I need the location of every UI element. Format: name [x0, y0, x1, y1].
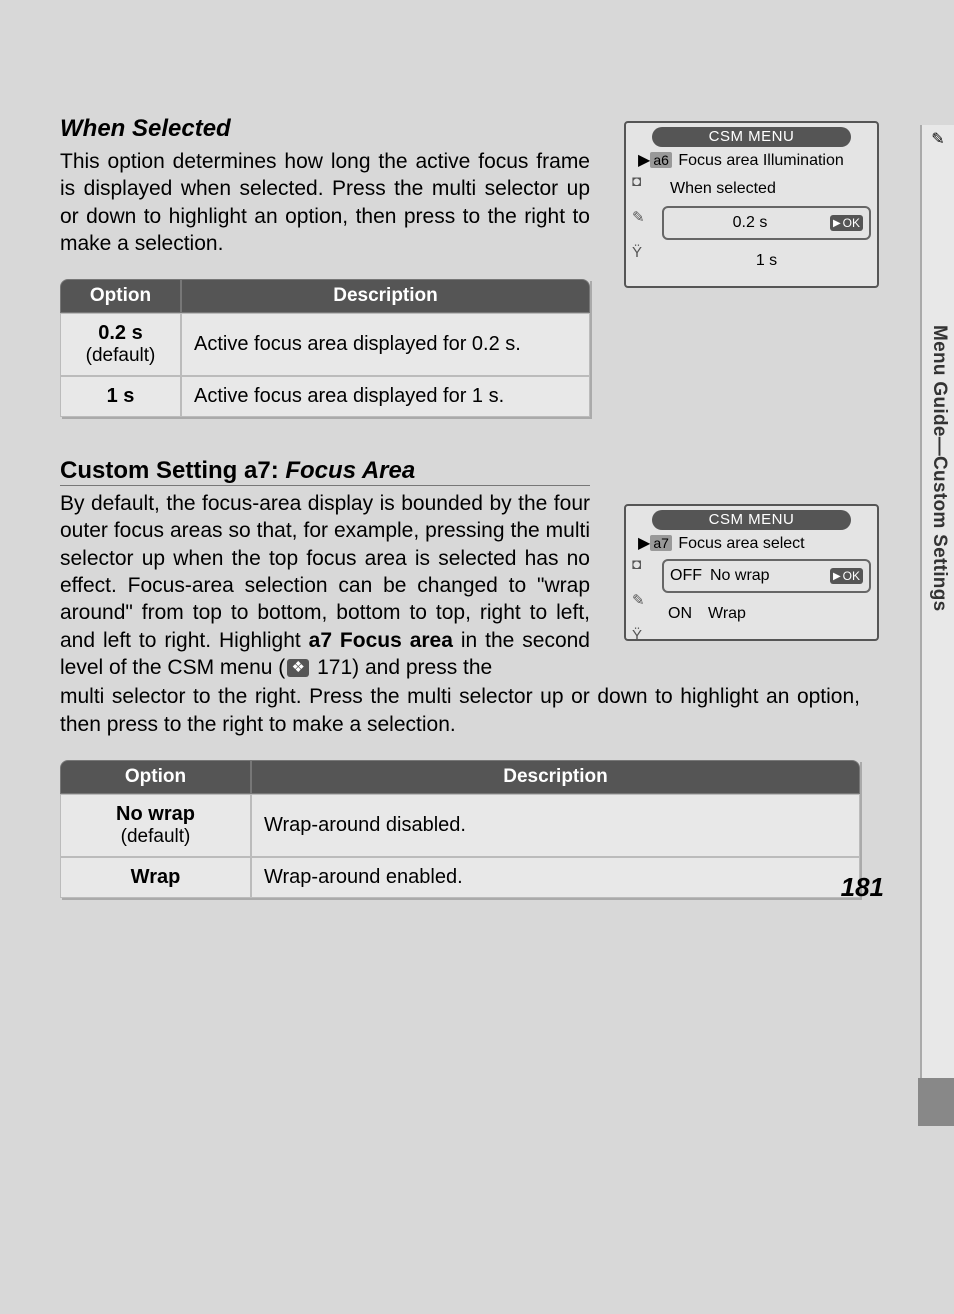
opt-default: (default)	[73, 826, 238, 848]
lcd-side-icons: ◘ ✎ Ÿ	[632, 556, 645, 644]
opt-value: 1 s	[107, 385, 135, 407]
lcd-title: CSM MENU	[652, 127, 851, 147]
ok-badge: OK	[830, 215, 863, 231]
table-row: Wrap Wrap-around enabled.	[60, 857, 860, 898]
th-option: Option	[60, 760, 251, 794]
section1-heading: When Selected	[60, 115, 590, 143]
opt-value: Wrap	[131, 866, 181, 888]
section1-table: Option Description 0.2 s (default) Activ…	[60, 279, 590, 417]
opt-desc: Active focus area displayed for 0.2 s.	[181, 313, 590, 376]
side-tab-label: Menu Guide—Custom Settings	[928, 325, 950, 611]
pencil-icon: ✎	[928, 129, 948, 149]
lcd-option-row[interactable]: OFF No wrap OK	[662, 559, 871, 593]
play-icon: ▶	[638, 152, 650, 169]
opt-desc: Wrap-around enabled.	[251, 857, 860, 898]
table-row: 1 s Active focus area displayed for 1 s.	[60, 376, 590, 417]
section1-body: This option determines how long the acti…	[60, 148, 590, 257]
opt-value: No wrap	[116, 803, 195, 825]
section2-table: Option Description No wrap (default) Wra…	[60, 760, 860, 898]
opt-desc: Active focus area displayed for 1 s.	[181, 376, 590, 417]
wrench-icon: Ÿ	[632, 627, 645, 644]
camera-icon: ◘	[632, 556, 645, 573]
pencil-icon: ✎	[632, 591, 645, 609]
lcd-side-icons: ◘ ✎ Ÿ	[632, 173, 645, 261]
camera-icon: ◘	[632, 173, 645, 190]
page-ref-icon: ❖	[287, 659, 309, 677]
lcd-label-row: When selected	[662, 176, 871, 200]
opt-desc: Wrap-around disabled.	[251, 794, 860, 857]
lcd-screenshot-a6: CSM MENU ▶a6 Focus area Illumination ◘ ✎…	[624, 121, 879, 288]
th-desc: Description	[251, 760, 860, 794]
opt-default: (default)	[73, 345, 168, 367]
lcd-option-row[interactable]: 1 s	[662, 246, 871, 276]
section2-heading: Custom Setting a7: Focus Area	[60, 457, 590, 486]
pencil-icon: ✎	[632, 208, 645, 226]
wrench-icon: Ÿ	[632, 244, 645, 261]
play-icon: ▶	[638, 535, 650, 552]
ok-badge: OK	[830, 568, 863, 584]
page-number: 181	[841, 872, 884, 903]
table-row: No wrap (default) Wrap-around disabled.	[60, 794, 860, 857]
lcd-title: CSM MENU	[652, 510, 851, 530]
lcd-option-row[interactable]: 0.2 s OK	[662, 206, 871, 240]
opt-value: 0.2 s	[98, 322, 142, 344]
section2-body-continuation: multi selector to the right. Press the m…	[60, 683, 860, 738]
lcd-screenshot-a7: CSM MENU ▶a7 Focus area select ◘ ✎ Ÿ OFF…	[624, 504, 879, 641]
side-tab-marker	[918, 1078, 954, 1126]
th-option: Option	[60, 279, 181, 313]
lcd-option-row[interactable]: ON Wrap	[662, 599, 871, 629]
table-row: 0.2 s (default) Active focus area displa…	[60, 313, 590, 376]
th-desc: Description	[181, 279, 590, 313]
side-tab: ✎ Menu Guide—Custom Settings	[920, 125, 954, 1125]
lcd-subtitle: ▶a7 Focus area select	[638, 533, 871, 553]
section2-body-part1: By default, the focus-area display is bo…	[60, 490, 590, 681]
lcd-subtitle: ▶a6 Focus area Illumination	[638, 150, 871, 170]
